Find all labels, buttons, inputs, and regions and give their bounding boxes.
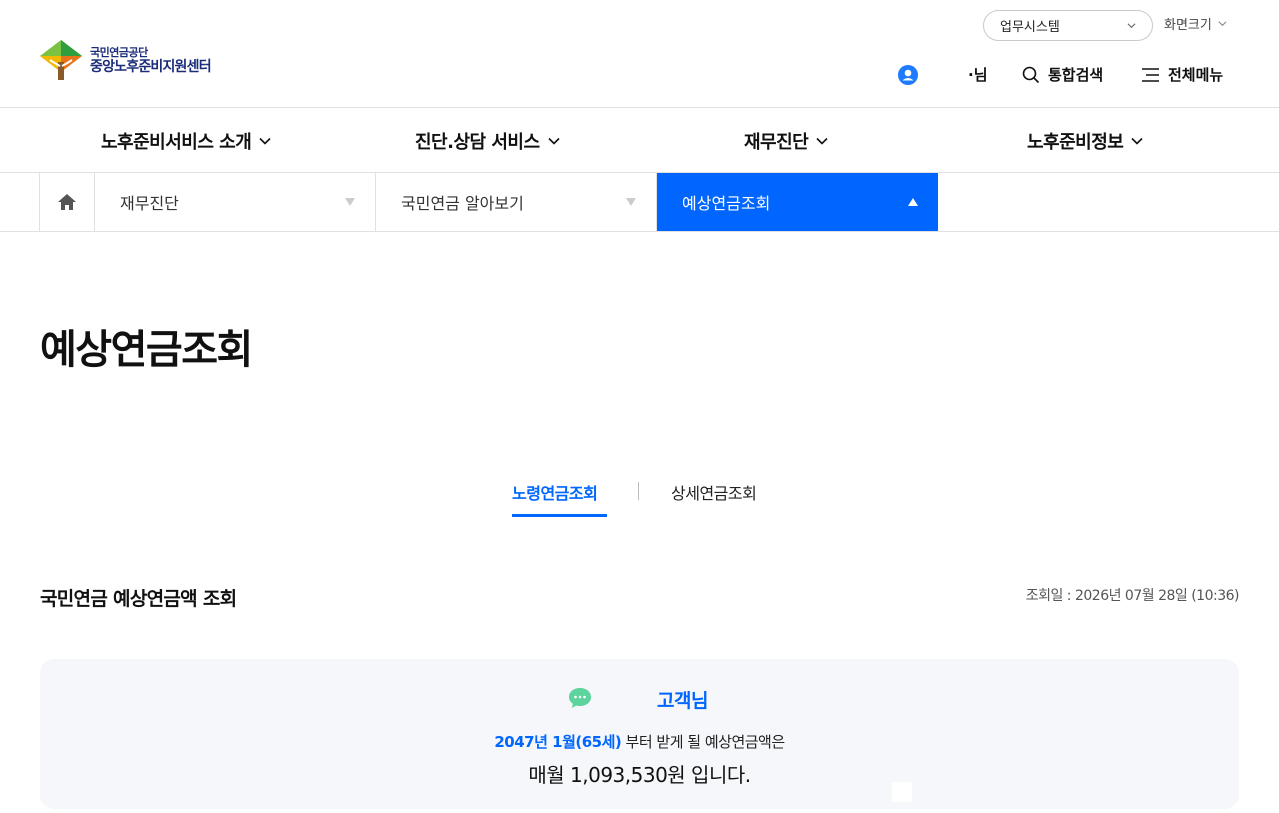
breadcrumb-label: 국민연금 알아보기 [401, 194, 524, 213]
triangle-down-icon [626, 198, 636, 206]
active-tab-indicator [512, 514, 607, 517]
gnb-item-label: 노후준비서비스 소개 [101, 132, 252, 153]
query-date: 조회일 : 2026년 07월 28일 (10:36) [1025, 588, 1240, 604]
gnb-item-label: 재무진단 [744, 132, 809, 153]
chevron-down-icon [1127, 23, 1136, 29]
home-icon [58, 194, 76, 210]
decorative-square [892, 782, 912, 802]
user-icon[interactable] [898, 65, 918, 85]
site-header: 국민연금공단 중앙노후준비지원센터 업무시스템 화면크기 ·님 통합검색 전체메… [0, 0, 1279, 108]
breadcrumb: 재무진단 국민연금 알아보기 예상연금조회 [0, 173, 1279, 232]
pension-start-rest: 부터 받게 될 예상연금액은 [621, 733, 786, 751]
breadcrumb-label: 예상연금조회 [682, 194, 771, 213]
gnb-item-info[interactable]: 노후준비정보 [1027, 128, 1143, 154]
user-name[interactable]: ·님 [968, 64, 988, 85]
chevron-down-icon [1218, 21, 1227, 27]
tab-list: 노령연금조회 상세연금조회 [0, 478, 1279, 518]
chevron-down-icon [259, 137, 271, 145]
tab-divider [638, 482, 639, 500]
breadcrumb-item-finance[interactable]: 재무진단 [95, 173, 376, 231]
pension-start-text: 2047년 1월(65세) 부터 받게 될 예상연금액은 [40, 731, 1239, 752]
customer-name: 고객님 [657, 690, 708, 712]
triangle-down-icon [345, 198, 355, 206]
gnb-item-finance[interactable]: 재무진단 [744, 128, 828, 154]
section-title: 국민연금 예상연금액 조회 [40, 588, 237, 610]
all-menu-button[interactable]: 전체메뉴 [1141, 64, 1223, 85]
logo-tree-icon [40, 40, 82, 80]
biz-system-label: 업무시스템 [1000, 20, 1060, 35]
chevron-down-icon [1131, 137, 1143, 145]
breadcrumb-label: 재무진단 [120, 194, 179, 213]
chat-bubble-icon [569, 688, 591, 708]
main-navigation: 노후준비서비스 소개 진단.상담 서비스 재무진단 노후준비정보 [0, 108, 1279, 173]
breadcrumb-item-pension-info[interactable]: 국민연금 알아보기 [376, 173, 657, 231]
site-logo[interactable]: 국민연금공단 중앙노후준비지원센터 [38, 38, 212, 82]
triangle-up-icon [908, 198, 918, 206]
tab-old-age-pension[interactable]: 노령연금조회 [512, 480, 598, 504]
gnb-item-consult[interactable]: 진단.상담 서비스 [415, 128, 560, 154]
chevron-down-icon [816, 137, 828, 145]
search-label: 통합검색 [1048, 66, 1104, 84]
page-title: 예상연금조회 [40, 327, 253, 373]
pension-start-date: 2047년 1월(65세) [494, 733, 622, 751]
tab-detailed-pension[interactable]: 상세연금조회 [671, 480, 757, 504]
all-menu-label: 전체메뉴 [1168, 66, 1224, 84]
breadcrumb-item-expected-pension[interactable]: 예상연금조회 [657, 173, 938, 231]
hamburger-icon [1142, 67, 1159, 82]
gnb-item-label: 진단.상담 서비스 [415, 132, 540, 153]
logo-org-name: 국민연금공단 [90, 45, 148, 59]
search-icon [1022, 66, 1040, 83]
gnb-item-intro[interactable]: 노후준비서비스 소개 [101, 128, 271, 154]
pension-amount-text: 매월 1,093,530원 입니다. [528, 763, 751, 787]
search-button[interactable]: 통합검색 [1022, 64, 1103, 85]
biz-system-select[interactable]: 업무시스템 [983, 10, 1153, 41]
pension-result-box: 고객님 2047년 1월(65세) 부터 받게 될 예상연금액은 매월 1,09… [40, 659, 1239, 809]
logo-center-name: 중앙노후준비지원센터 [90, 58, 212, 75]
gnb-item-label: 노후준비정보 [1027, 132, 1124, 153]
screen-size-label: 화면크기 [1164, 18, 1212, 33]
chevron-down-icon [547, 137, 560, 145]
home-button[interactable] [39, 173, 95, 231]
screen-size-button[interactable]: 화면크기 [1164, 14, 1227, 33]
